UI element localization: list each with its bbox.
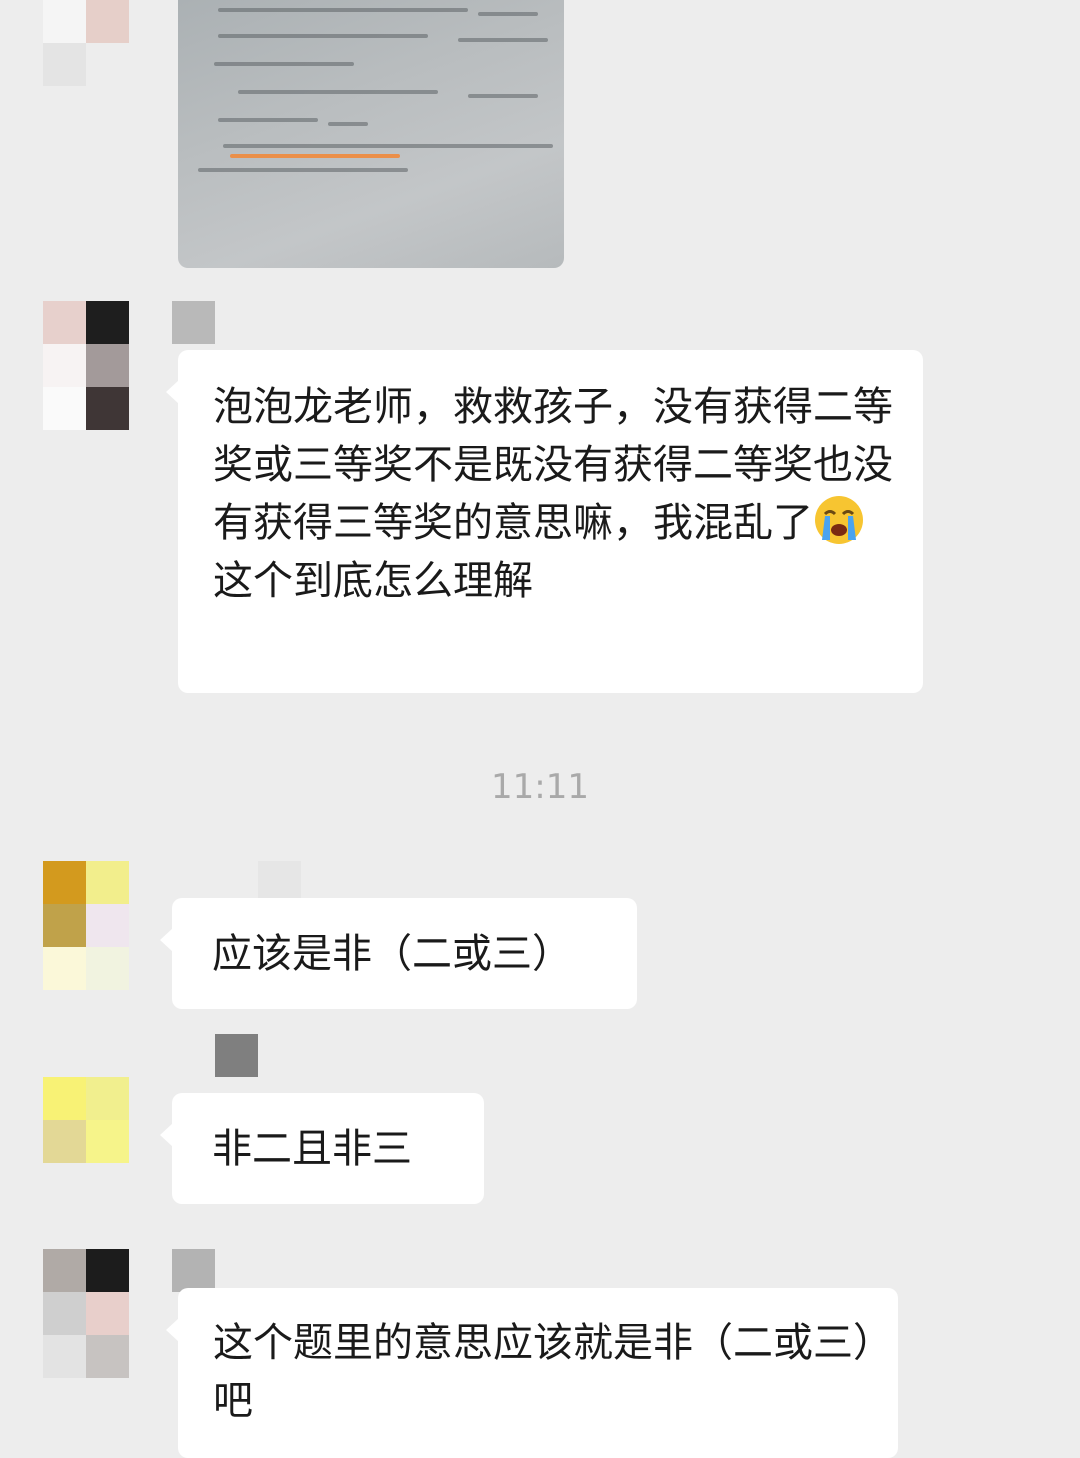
- avatar-pixel: [43, 947, 86, 990]
- message-bubble[interactable]: 这个题里的意思应该就是非（二或三）吧: [166, 1288, 898, 1458]
- avatar-pixel: [43, 43, 86, 86]
- sender-name-pixel: [172, 1249, 215, 1292]
- avatar-pixel: [86, 387, 129, 430]
- message-text: 泡泡龙老师，救救孩子，没有获得二等奖或三等奖不是既没有获得二等奖也没有获得三等奖…: [213, 384, 893, 604]
- message-bubble[interactable]: 泡泡龙老师，救救孩子，没有获得二等奖或三等奖不是既没有获得二等奖也没有获得三等奖…: [166, 350, 923, 693]
- avatar-pixel: [43, 344, 86, 387]
- avatar-pixel: [43, 301, 86, 344]
- avatar-pixel: [86, 344, 129, 387]
- message-bubble[interactable]: 应该是非（二或三）: [160, 898, 637, 1009]
- highlight-mark: [230, 154, 400, 158]
- message-text: 这个题里的意思应该就是非（二或三）吧: [213, 1320, 873, 1424]
- timestamp: 11:11: [491, 767, 589, 807]
- avatar-pixel: [86, 1120, 129, 1163]
- avatar-pixel: [43, 1249, 86, 1292]
- sender-name-pixel: [215, 1034, 258, 1077]
- avatar-pixel: [86, 1249, 129, 1292]
- message-bubble[interactable]: 非二且非三: [160, 1093, 484, 1204]
- avatar-pixel: [86, 1292, 129, 1335]
- loudly-crying-face-icon: [813, 494, 865, 546]
- avatar-pixel: [43, 861, 86, 904]
- avatar-pixel: [86, 1077, 129, 1120]
- avatar-pixel: [86, 861, 129, 904]
- sender-name-pixel: [172, 301, 215, 344]
- avatar-pixel: [43, 904, 86, 947]
- avatar-pixel: [86, 0, 129, 43]
- avatar-pixel: [86, 1335, 129, 1378]
- message-text: 非二且非三: [212, 1126, 412, 1172]
- avatar-pixel: [86, 904, 129, 947]
- avatar-pixel: [86, 947, 129, 990]
- avatar-pixel: [43, 0, 86, 43]
- avatar-pixel: [86, 301, 129, 344]
- avatar-pixel: [43, 1292, 86, 1335]
- avatar-pixel: [43, 1077, 86, 1120]
- avatar-pixel: [43, 387, 86, 430]
- image-message[interactable]: [178, 0, 564, 268]
- message-text: 应该是非（二或三）: [212, 931, 572, 977]
- avatar-pixel: [43, 1335, 86, 1378]
- avatar-pixel: [43, 1120, 86, 1163]
